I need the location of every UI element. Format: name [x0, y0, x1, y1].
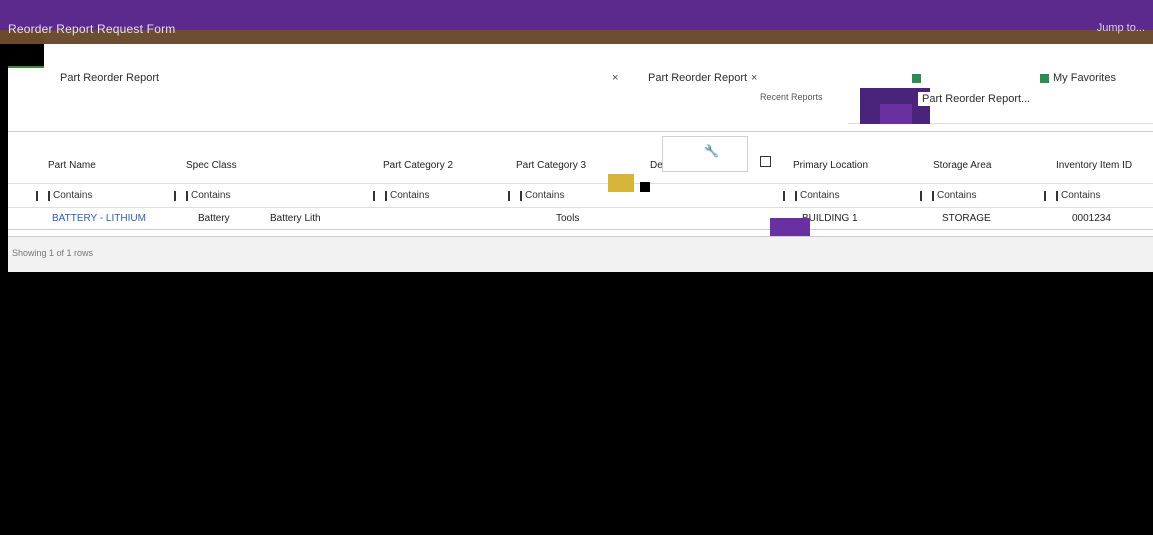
row-count-text: Showing 1 of 1 rows	[12, 248, 94, 258]
tab-label: My Favorites	[1053, 72, 1116, 84]
title-brown-strip	[44, 30, 1153, 44]
filter-label: Contains	[390, 190, 430, 201]
report-thumbnail	[880, 104, 912, 124]
tab-label: Part Reorder Report	[648, 72, 748, 84]
address-bar[interactable]	[44, 44, 1153, 68]
report-icon	[912, 73, 921, 83]
filter-storage-area[interactable]: Contains	[920, 190, 976, 201]
cell-part-category-2: Battery Lith	[270, 213, 321, 224]
cell-inventory-item-id: 0001234	[1072, 213, 1111, 224]
column-header-primary-location[interactable]: Primary Location	[793, 160, 868, 171]
column-header-storage-area[interactable]: Storage Area	[933, 160, 991, 171]
filter-icon	[373, 190, 387, 201]
tab-strip: Part Reorder Report × Part Reorder Repor…	[8, 68, 1153, 88]
tab-part-reorder-report-2[interactable]: Part Reorder Report ×	[648, 68, 757, 88]
window-titlebar: Reorder Report Request Form Jump to...	[0, 0, 1153, 44]
filter-label: Contains	[53, 190, 93, 201]
toolbar-separator	[8, 124, 1153, 132]
filter-icon	[174, 190, 188, 201]
empty-viewport	[0, 272, 1153, 535]
select-all-checkbox[interactable]	[760, 156, 771, 167]
filter-part-category-2[interactable]: Contains	[373, 190, 429, 201]
filter-inventory-item-id[interactable]: Contains	[1044, 190, 1100, 201]
cell-part-name[interactable]: BATTERY - LITHIUM	[52, 213, 146, 224]
tab-label: Part Reorder Report	[60, 72, 160, 84]
filter-icon	[783, 190, 797, 201]
filter-icon	[920, 190, 934, 201]
close-icon: ×	[751, 72, 758, 84]
filter-icon	[1044, 190, 1058, 201]
filter-label: Contains	[800, 190, 840, 201]
column-header-spec-class[interactable]: Spec Class	[186, 160, 237, 171]
filter-icon	[36, 190, 50, 201]
tab-part-reorder-report-3[interactable]	[912, 68, 921, 88]
column-header-de[interactable]: De	[650, 160, 663, 171]
window-title: Reorder Report Request Form	[8, 22, 176, 36]
filter-label: Contains	[937, 190, 977, 201]
highlight-marker	[608, 174, 634, 192]
filter-part-name[interactable]: Contains	[36, 190, 92, 201]
tab-my-favorites[interactable]: My Favorites	[1040, 68, 1116, 88]
cell-spec-class: Battery	[198, 213, 230, 224]
grid-footer	[8, 236, 1153, 272]
selected-cell-marker	[770, 218, 810, 236]
cell-part-category-3: Tools	[556, 213, 580, 224]
filter-primary-location[interactable]: Contains	[783, 190, 839, 201]
cell-storage-area: STORAGE	[942, 213, 991, 224]
toolbar-left-block	[8, 88, 848, 124]
filter-label: Contains	[191, 190, 231, 201]
close-icon: ×	[612, 72, 619, 84]
column-header-part-name[interactable]: Part Name	[48, 160, 96, 171]
tab-part-reorder-report-1[interactable]: Part Reorder Report	[60, 68, 159, 88]
flyout-label[interactable]: Part Reorder Report...	[918, 92, 1035, 106]
recent-reports-button[interactable]: Recent Reports	[760, 92, 823, 102]
tab-close-button[interactable]: ×	[612, 68, 618, 88]
filter-label: Contains	[1061, 190, 1101, 201]
jump-to-link[interactable]: Jump to...	[1097, 22, 1145, 34]
column-header-inventory-item-id[interactable]: Inventory Item ID	[1056, 160, 1132, 171]
column-header-part-category-3[interactable]: Part Category 3	[516, 160, 586, 171]
wrench-icon[interactable]: 🔧	[704, 144, 719, 158]
column-header-part-category-2[interactable]: Part Category 2	[383, 160, 453, 171]
filter-icon	[508, 190, 522, 201]
cell-primary-location: BUILDING 1	[802, 213, 858, 224]
filter-spec-class[interactable]: Contains	[174, 190, 230, 201]
filter-label: Contains	[525, 190, 565, 201]
filter-part-category-3[interactable]: Contains	[508, 190, 564, 201]
favorites-icon	[1040, 73, 1049, 83]
drag-handle-icon[interactable]	[640, 182, 650, 192]
